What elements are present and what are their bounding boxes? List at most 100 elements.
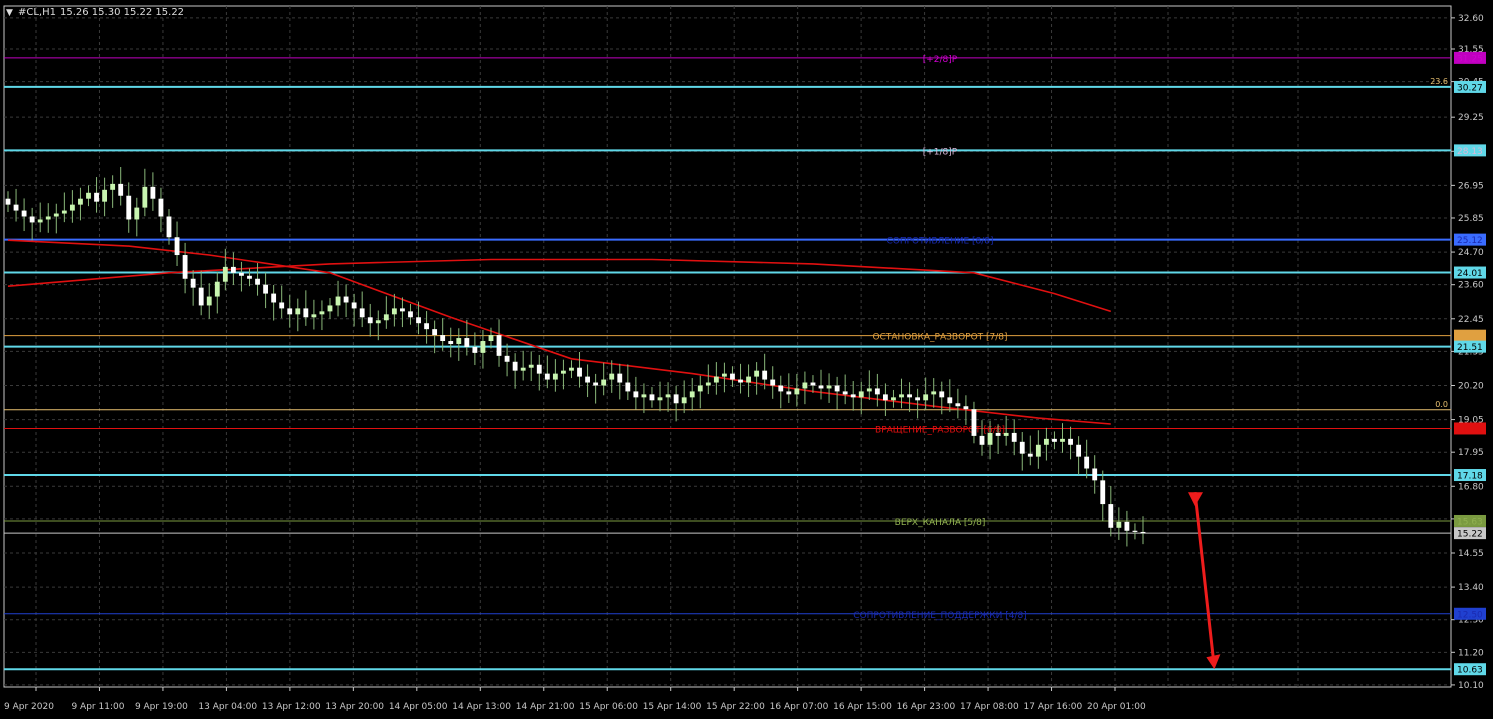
candle-body bbox=[150, 186, 156, 199]
price-badge-label: 15.63 bbox=[1457, 517, 1483, 527]
candle-body bbox=[158, 198, 164, 217]
candle-body bbox=[206, 296, 212, 306]
candle-body bbox=[657, 397, 663, 401]
candle-body bbox=[448, 341, 454, 344]
candle-body bbox=[319, 311, 325, 315]
candle-body bbox=[400, 308, 405, 312]
candle-body bbox=[762, 370, 768, 380]
candle-body bbox=[577, 367, 582, 377]
candle-body bbox=[343, 296, 349, 303]
candle-body bbox=[45, 216, 51, 220]
candle-body bbox=[1027, 453, 1033, 457]
candle-body bbox=[391, 308, 397, 315]
candle-body bbox=[1052, 438, 1057, 442]
price-badge-label: 24.01 bbox=[1457, 269, 1483, 279]
candle-body bbox=[359, 308, 365, 318]
x-tick-label: 13 Apr 12:00 bbox=[262, 702, 321, 712]
candle-body bbox=[593, 382, 599, 386]
candle-body bbox=[738, 379, 743, 383]
candle-body bbox=[5, 198, 11, 205]
y-tick-label: 20.20 bbox=[1458, 381, 1484, 391]
x-tick-label: 16 Apr 15:00 bbox=[833, 702, 892, 712]
price-badge-label: 31.25 bbox=[1457, 54, 1483, 64]
candle-body bbox=[287, 308, 293, 315]
candle-body bbox=[1084, 456, 1090, 469]
candle-body bbox=[432, 329, 438, 336]
candle-body bbox=[987, 432, 993, 445]
candle-body bbox=[681, 397, 687, 404]
candle-body bbox=[1003, 432, 1009, 436]
candle-body bbox=[311, 314, 317, 318]
candle-body bbox=[528, 364, 534, 368]
candle-body bbox=[585, 376, 590, 383]
candle-body bbox=[440, 335, 446, 342]
price-badge-label: 15.22 bbox=[1457, 530, 1483, 540]
candle-body bbox=[722, 373, 727, 377]
candle-body bbox=[802, 382, 808, 389]
price-badge-label: 28.13 bbox=[1457, 147, 1483, 157]
y-tick-label: 23.60 bbox=[1458, 281, 1484, 291]
price-badge-label: 18.75 bbox=[1457, 425, 1483, 435]
y-tick-label: 14.55 bbox=[1458, 549, 1484, 559]
level-tag: ОСТАНОВКА_РАЗВОРОТ [7/8] bbox=[872, 333, 1007, 343]
candle-body bbox=[383, 314, 389, 321]
price-chart[interactable]: [+2/8]P [+1/8]P СОПРОТИВЛЕНИЕ [8/8] ОСТАНОВ… bbox=[0, 0, 1493, 719]
candle-body bbox=[601, 379, 607, 386]
x-tick-label: 16 Apr 23:00 bbox=[897, 702, 956, 712]
candle-body bbox=[247, 275, 252, 279]
candle-body bbox=[488, 335, 494, 342]
candle-body bbox=[899, 394, 904, 398]
candle-body bbox=[456, 338, 462, 344]
x-tick-label: 16 Apr 07:00 bbox=[770, 702, 829, 712]
candle-body bbox=[552, 373, 558, 380]
y-tick-label: 13.40 bbox=[1458, 583, 1484, 593]
candle-body bbox=[408, 311, 413, 318]
candle-body bbox=[303, 308, 309, 318]
candle-body bbox=[182, 255, 188, 279]
y-tick-label: 25.85 bbox=[1458, 214, 1484, 224]
price-badge-label: 17.18 bbox=[1457, 472, 1483, 482]
candle-body bbox=[239, 272, 244, 276]
x-tick-label: 15 Apr 22:00 bbox=[706, 702, 765, 712]
x-tick-label: 14 Apr 05:00 bbox=[389, 702, 448, 712]
candle-body bbox=[126, 195, 132, 220]
candle-body bbox=[866, 388, 872, 392]
candle-body bbox=[214, 281, 220, 297]
candle-body bbox=[713, 376, 719, 383]
level-tag: [+1/8]P bbox=[923, 147, 958, 157]
candle-body bbox=[13, 204, 19, 211]
candle-body bbox=[351, 302, 357, 309]
candle-body bbox=[561, 370, 566, 374]
candle-body bbox=[810, 382, 816, 386]
chart-header: ▼ #CL,H1 15.26 15.30 15.22 15.22 bbox=[6, 7, 184, 18]
candle-body bbox=[569, 367, 574, 371]
candle-body bbox=[874, 388, 880, 395]
price-badge-label: 10.63 bbox=[1457, 666, 1483, 676]
candle-body bbox=[754, 370, 760, 377]
candle-body bbox=[915, 397, 921, 401]
candle-body bbox=[1100, 480, 1106, 505]
candle-body bbox=[641, 394, 647, 398]
candle-body bbox=[689, 391, 695, 398]
x-tick-label: 14 Apr 21:00 bbox=[516, 702, 575, 712]
candle-body bbox=[850, 394, 856, 398]
candle-body bbox=[1140, 531, 1146, 534]
candle-body bbox=[786, 391, 792, 395]
candle-body bbox=[29, 216, 35, 223]
level-tag: ВЕРХ_КАНАЛА [5/8] bbox=[895, 518, 986, 528]
candle-body bbox=[794, 388, 800, 395]
candle-body bbox=[327, 305, 333, 312]
candle-body bbox=[1011, 432, 1017, 442]
candle-body bbox=[69, 204, 75, 211]
candle-body bbox=[963, 406, 969, 410]
candle-body bbox=[979, 435, 985, 445]
candle-body bbox=[1068, 438, 1073, 445]
fib-label: 0.0 bbox=[1435, 400, 1448, 409]
chart-menu-icon[interactable]: ▼ bbox=[6, 8, 13, 18]
candle-body bbox=[625, 382, 631, 392]
candle-body bbox=[1043, 438, 1049, 445]
x-tick-label: 20 Apr 01:00 bbox=[1087, 702, 1146, 712]
candle-body bbox=[21, 210, 27, 217]
candle-body bbox=[78, 198, 83, 205]
x-tick-label: 9 Apr 11:00 bbox=[71, 702, 124, 712]
